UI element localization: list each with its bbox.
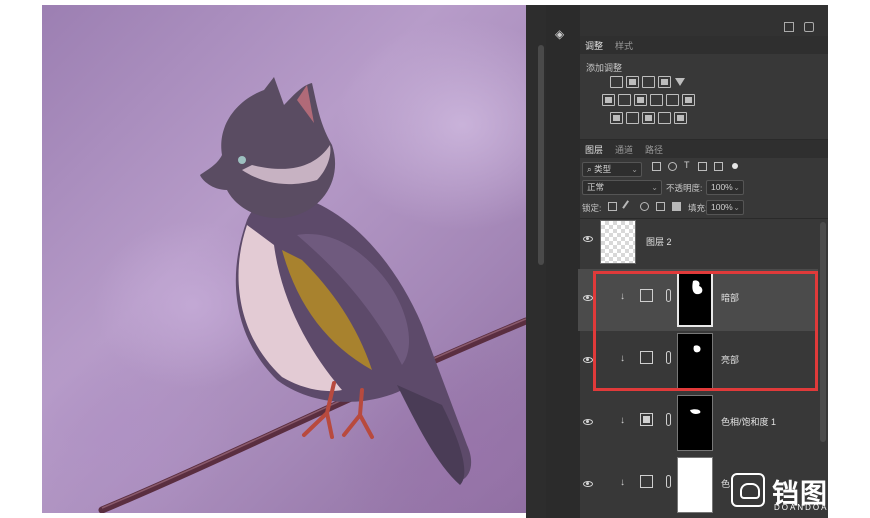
visibility-eye-icon[interactable] (583, 481, 593, 487)
visibility-eye-icon[interactable] (583, 236, 593, 242)
lock-row: 锁定: 填充: 100% ⌄ (580, 198, 828, 218)
visibility-eye-icon[interactable] (583, 419, 593, 425)
layer-mask-thumbnail[interactable] (677, 395, 713, 451)
hue-saturation-icon[interactable] (602, 94, 615, 106)
panel-topbar (580, 5, 828, 37)
blend-mode-dropdown[interactable]: 正常 ⌄ (582, 180, 662, 195)
photo-filter-icon[interactable] (650, 94, 663, 106)
threshold-icon[interactable] (642, 112, 655, 124)
adjustment-row-3 (610, 112, 687, 124)
visibility-eye-icon[interactable] (583, 357, 593, 363)
blend-row: 正常 ⌄ 不透明度: 100% ⌄ (580, 178, 828, 198)
watermark: 铛图 DOANDOA (728, 470, 870, 516)
tab-adjustments[interactable]: 调整 (585, 39, 603, 52)
lock-position-icon[interactable] (640, 202, 649, 211)
chevron-down-icon: ⌄ (631, 165, 638, 174)
layer-row[interactable]: 图层 2 (578, 218, 818, 268)
panel-collapse-strip[interactable] (526, 5, 546, 518)
blend-mode-value: 正常 (587, 182, 605, 192)
gradient-map-icon[interactable] (658, 112, 671, 124)
tab-paths[interactable]: 路径 (645, 143, 663, 156)
layers-scrollbar[interactable] (820, 222, 826, 442)
levels-icon[interactable] (626, 76, 639, 88)
tab-channels[interactable]: 通道 (615, 143, 633, 156)
layers-dock-icon[interactable]: ◈ (555, 27, 569, 41)
filter-toggle-icon[interactable] (732, 163, 738, 169)
watermark-subtext: DOANDOA (774, 503, 829, 512)
vibrance-icon[interactable] (674, 76, 687, 88)
photo-canvas[interactable] (42, 5, 526, 513)
black-white-icon[interactable] (634, 94, 647, 106)
new-item-icon[interactable] (784, 22, 794, 32)
search-icon: ⌕ (587, 164, 592, 174)
chevron-down-icon: ⌄ (651, 183, 658, 192)
color-balance-icon[interactable] (618, 94, 631, 106)
fill-label: 填充: (688, 203, 708, 213)
layer-filter-row: ⌕ 类型 ⌄ T (580, 158, 828, 180)
adjustment-row-2 (602, 94, 695, 106)
tab-styles[interactable]: 样式 (615, 39, 633, 52)
mask-shape (690, 409, 701, 414)
highlight-box (593, 271, 818, 391)
visibility-eye-icon[interactable] (583, 295, 593, 301)
opacity-label: 不透明度: (666, 183, 703, 193)
posterize-icon[interactable] (626, 112, 639, 124)
adjustments-tabs: 调整 样式 (580, 36, 828, 54)
type-filter-icon[interactable]: T (684, 160, 690, 170)
lock-image-icon[interactable] (622, 200, 635, 213)
adjustments-body: 添加调整 (580, 54, 828, 138)
filter-kind-value: 类型 (594, 164, 612, 174)
clipping-arrow-icon: ↓ (620, 415, 625, 426)
chevron-down-icon: ⌄ (733, 183, 740, 192)
filter-kind-dropdown[interactable]: ⌕ 类型 ⌄ (582, 162, 642, 177)
hue-saturation-adjustment-icon (640, 413, 653, 426)
fill-value: 100% (711, 202, 733, 212)
selective-color-icon[interactable] (674, 112, 687, 124)
lock-artboard-icon[interactable] (656, 202, 665, 211)
clipping-arrow-icon: ↓ (620, 477, 625, 488)
channel-mixer-icon[interactable] (666, 94, 679, 106)
chevron-down-icon: ⌄ (733, 203, 740, 212)
color-lookup-icon[interactable] (682, 94, 695, 106)
layer-name: 图层 2 (646, 237, 672, 247)
fill-field[interactable]: 100% ⌄ (706, 200, 744, 215)
watermark-logo-icon (731, 473, 765, 507)
adjustment-filter-icon[interactable] (668, 162, 677, 171)
smart-object-filter-icon[interactable] (714, 162, 723, 171)
layers-tabs: 图层 通道 路径 (580, 140, 828, 158)
link-icon[interactable] (666, 475, 671, 488)
opacity-value: 100% (711, 182, 733, 192)
shape-filter-icon[interactable] (698, 162, 707, 171)
layer-row[interactable]: ↓ 色相/饱和度 1 (578, 393, 818, 455)
color-balance-adjustment-icon (640, 475, 653, 488)
cat-bird-composite-image (98, 77, 526, 513)
layer-name: 色相/饱和度 1 (721, 417, 777, 427)
lock-transparency-icon[interactable] (608, 202, 617, 211)
lock-all-icon[interactable] (672, 202, 681, 211)
tab-layers[interactable]: 图层 (585, 143, 603, 156)
link-icon[interactable] (666, 413, 671, 426)
invert-icon[interactable] (610, 112, 623, 124)
layer-thumbnail (600, 220, 636, 264)
lock-label: 锁定: (582, 203, 602, 213)
layer-mask-thumbnail[interactable] (677, 457, 713, 513)
opacity-field[interactable]: 100% ⌄ (706, 180, 744, 195)
exposure-icon[interactable] (658, 76, 671, 88)
trash-icon[interactable] (804, 22, 814, 32)
add-adjustment-label: 添加调整 (586, 63, 623, 73)
brightness-contrast-icon[interactable] (610, 76, 623, 88)
panel-icon-dock: ◈ (546, 5, 580, 518)
pixel-filter-icon[interactable] (652, 162, 661, 171)
curves-icon[interactable] (642, 76, 655, 88)
adjustment-row-1 (610, 76, 687, 88)
